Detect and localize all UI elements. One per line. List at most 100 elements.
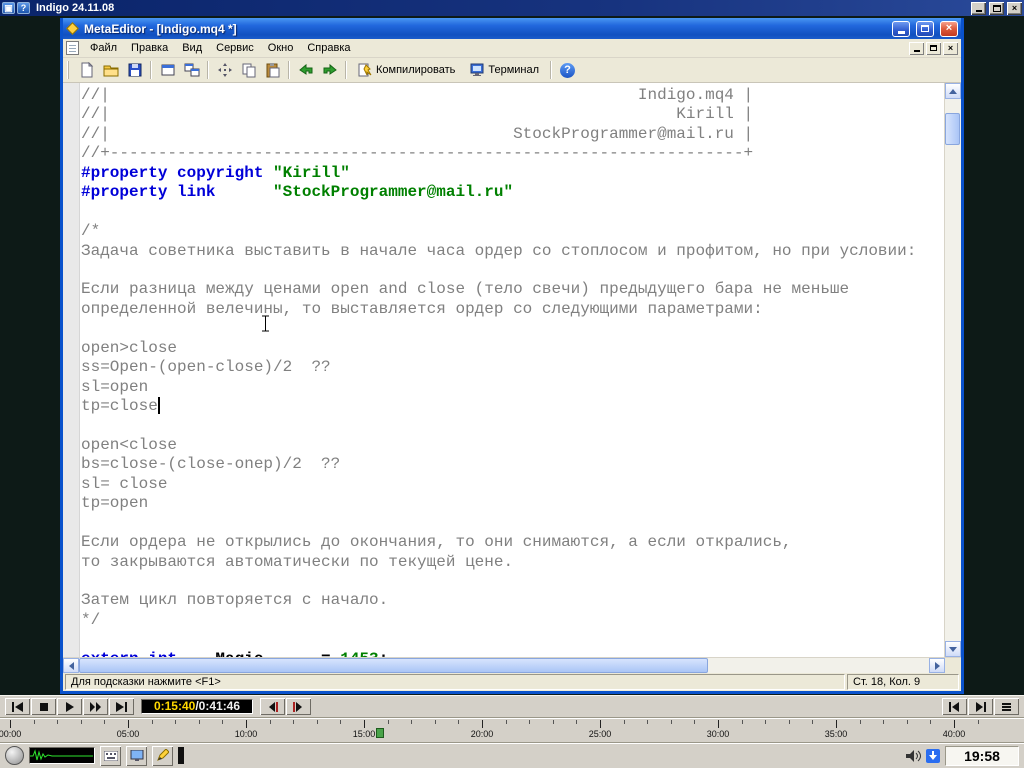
frame-back-icon	[267, 702, 278, 712]
to-end-icon	[115, 702, 128, 712]
status-cursor-position: Ст. 18, Кол. 9	[847, 674, 959, 690]
playlist-button[interactable]	[994, 698, 1019, 715]
menu-item-view[interactable]: Вид	[175, 40, 209, 56]
player-window-title: Indigo 24.11.08	[36, 2, 968, 14]
stop-icon	[39, 702, 49, 712]
player-minimize-button[interactable]	[971, 2, 986, 15]
player-close-button[interactable]: ×	[1007, 2, 1022, 15]
fast-forward-icon	[89, 702, 102, 712]
copy-button[interactable]	[237, 60, 260, 81]
timeline-tick	[907, 720, 908, 724]
timeline-tick	[128, 720, 129, 728]
player-help-icon[interactable]: ?	[17, 2, 30, 14]
timeline-tick	[411, 720, 412, 724]
mdi-close-button[interactable]: ×	[943, 42, 958, 55]
toolbar: Компилировать Терминал ?	[63, 58, 961, 83]
compile-icon	[358, 63, 372, 77]
mdi-restore-button[interactable]	[926, 42, 941, 55]
timeline-tick	[930, 720, 931, 724]
document-icon[interactable]	[66, 41, 79, 55]
stop-button[interactable]	[31, 698, 56, 715]
metaeditor-minimize-button[interactable]	[892, 21, 910, 37]
player-app-icon: ▣	[2, 2, 15, 14]
timeline-marker[interactable]	[376, 728, 384, 738]
timeline-tick	[388, 720, 389, 724]
metaeditor-close-button[interactable]: ×	[940, 21, 958, 37]
redo-icon	[322, 62, 338, 78]
timeline-tick	[765, 720, 766, 724]
to-end-button[interactable]	[109, 698, 134, 715]
code-line-19: open<close	[81, 436, 916, 455]
jump-prev-button[interactable]	[942, 698, 967, 715]
timeline-label: 15:00	[353, 729, 376, 739]
volume-knob-icon[interactable]	[5, 746, 24, 765]
status-hint: Для подсказки нажмите <F1>	[65, 674, 845, 690]
vertical-scrollbar[interactable]	[944, 83, 961, 657]
compile-button[interactable]: Компилировать	[351, 60, 462, 81]
scroll-right-button[interactable]	[929, 658, 945, 673]
close-icon: ×	[948, 44, 953, 53]
help-button[interactable]: ?	[556, 60, 579, 81]
total-time: 0:41:46	[199, 700, 240, 713]
player-restore-button[interactable]	[989, 2, 1004, 15]
play-button[interactable]	[57, 698, 82, 715]
fast-forward-button[interactable]	[83, 698, 108, 715]
to-start-button[interactable]	[5, 698, 30, 715]
scroll-left-button[interactable]	[63, 658, 79, 673]
move-button[interactable]	[213, 60, 236, 81]
menu-item-tools[interactable]: Сервис	[209, 40, 261, 56]
new-file-button[interactable]	[75, 60, 98, 81]
timeline-tick	[270, 720, 271, 724]
open-file-button[interactable]	[99, 60, 122, 81]
screen-button[interactable]	[126, 746, 147, 766]
window-tile-button[interactable]	[180, 60, 203, 81]
playback-controls-row: 0:15:40/0:41:46	[0, 696, 1024, 717]
keyboard-shortcuts-button[interactable]	[100, 746, 121, 766]
vertical-scroll-track[interactable]	[945, 99, 961, 641]
metaeditor-maximize-button[interactable]	[916, 21, 934, 37]
timeline-tick	[317, 720, 318, 724]
metaeditor-title: MetaEditor - [Indigo.mq4 *]	[84, 22, 886, 36]
frame-back-button[interactable]	[260, 698, 285, 715]
horizontal-scrollbar[interactable]	[63, 657, 961, 673]
tray-speaker-icon[interactable]	[905, 749, 921, 763]
arrow-up-icon	[949, 89, 957, 94]
code-line-10	[81, 261, 916, 280]
horizontal-scroll-thumb[interactable]	[79, 658, 708, 673]
menu-item-help[interactable]: Справка	[300, 40, 357, 56]
terminal-button[interactable]: Терминал	[463, 60, 546, 81]
frame-forward-button[interactable]	[286, 698, 311, 715]
pencil-tool-button[interactable]	[152, 746, 173, 766]
tray-arrow-icon[interactable]	[926, 749, 940, 763]
code-line-30: extern int Magic = 1453;	[81, 650, 916, 657]
code-line-20: bs=close-(close-onep)/2 ??	[81, 455, 916, 474]
redo-button[interactable]	[318, 60, 341, 81]
pen-color-swatch[interactable]	[178, 747, 184, 764]
vertical-scroll-thumb[interactable]	[945, 113, 960, 145]
tray-clock[interactable]: 19:58	[945, 746, 1019, 766]
menu-item-window[interactable]: Окно	[261, 40, 301, 56]
jump-next-button[interactable]	[968, 698, 993, 715]
timeline-tick	[600, 720, 601, 728]
menu-bar-items: ФайлПравкаВидСервисОкноСправка	[83, 40, 907, 56]
toolbar-grip[interactable]	[67, 61, 70, 79]
code-line-21: sl= close	[81, 475, 916, 494]
metaeditor-titlebar[interactable]: MetaEditor - [Indigo.mq4 *] ×	[63, 18, 961, 39]
player-titlebar[interactable]: ▣ ? Indigo 24.11.08 ×	[0, 0, 1024, 16]
timeline-ruler[interactable]: 00:0005:0010:0015:0020:0025:0030:0035:00…	[0, 717, 1024, 742]
paste-button[interactable]	[261, 60, 284, 81]
code-editor[interactable]: //| Indigo.mq4 |//| Kirill |//| StockPro…	[63, 83, 944, 657]
save-button[interactable]	[123, 60, 146, 81]
timeline-tick	[742, 720, 743, 724]
scroll-up-button[interactable]	[945, 83, 961, 99]
window-layout-button[interactable]	[156, 60, 179, 81]
undo-button[interactable]	[294, 60, 317, 81]
menu-item-edit[interactable]: Правка	[124, 40, 175, 56]
mdi-minimize-button[interactable]	[909, 42, 924, 55]
timeline-label: 40:00	[943, 729, 966, 739]
code-area: //| Indigo.mq4 |//| Kirill |//| StockPro…	[81, 86, 916, 657]
horizontal-scroll-track[interactable]	[79, 658, 929, 673]
scroll-down-button[interactable]	[945, 641, 961, 657]
menu-item-file[interactable]: Файл	[83, 40, 124, 56]
minimize-icon	[914, 50, 920, 52]
